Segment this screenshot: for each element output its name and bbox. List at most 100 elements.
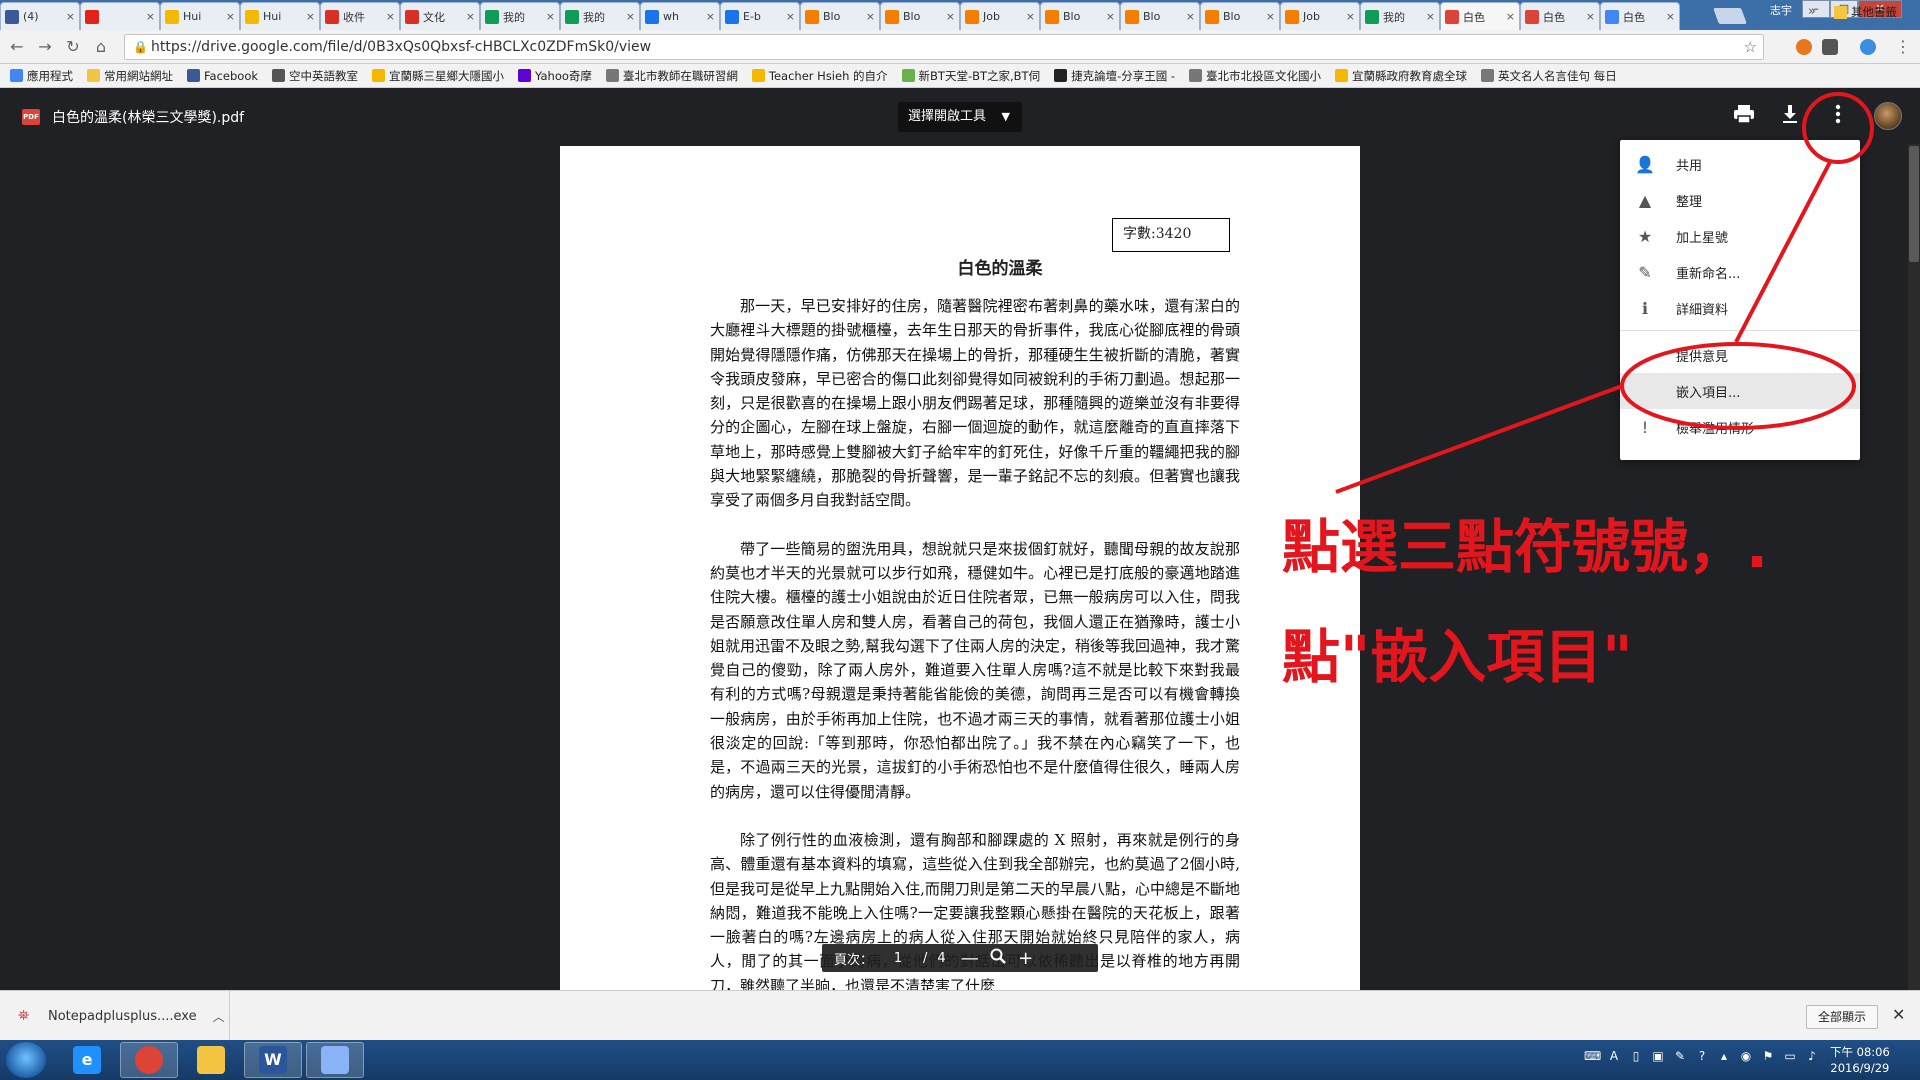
browser-tab[interactable]: Blo ×: [1120, 2, 1200, 30]
browser-tab[interactable]: 我的 ×: [1360, 2, 1440, 30]
browser-tab[interactable]: 白色 ×: [1440, 2, 1520, 30]
close-tab-icon[interactable]: ×: [1346, 10, 1355, 23]
vertical-scrollbar[interactable]: [1908, 144, 1920, 990]
chevron-up-icon[interactable]: ︿: [213, 1008, 225, 1025]
close-tab-icon[interactable]: ×: [706, 10, 715, 23]
close-tab-icon[interactable]: ×: [946, 10, 955, 23]
antivirus-icon[interactable]: ◉: [1738, 1048, 1754, 1064]
network-icon[interactable]: ▭: [1782, 1048, 1798, 1064]
url-text[interactable]: https://drive.google.com/file/d/0B3xQs0Q…: [151, 39, 651, 55]
menu-item[interactable]: ! 檢舉濫用情形: [1620, 409, 1860, 445]
browser-tab[interactable]: Hui ×: [160, 2, 240, 30]
taskbar-app[interactable]: e: [58, 1042, 116, 1078]
close-tab-icon[interactable]: ×: [466, 10, 475, 23]
home-icon[interactable]: ⌂: [90, 36, 112, 58]
close-tab-icon[interactable]: ×: [226, 10, 235, 23]
close-tab-icon[interactable]: ×: [626, 10, 635, 23]
taskbar-app[interactable]: W: [244, 1042, 302, 1078]
browser-tab[interactable]: ×: [80, 2, 160, 30]
windows-start-button[interactable]: [6, 1042, 46, 1078]
back-arrow-icon[interactable]: ←: [6, 36, 28, 58]
browser-tab[interactable]: 收件 ×: [320, 2, 400, 30]
browser-tab[interactable]: Blo ×: [1200, 2, 1280, 30]
zoom-in-button[interactable]: +: [1012, 948, 1040, 969]
bookmark-item[interactable]: Facebook: [187, 69, 258, 83]
minimize-button[interactable]: –: [1802, 0, 1830, 18]
bookmarks-overflow-button[interactable]: »: [1808, 4, 1816, 19]
bookmark-item[interactable]: 宜蘭縣三星鄉大隱國小: [372, 68, 504, 84]
browser-tab[interactable]: 白色 ×: [1600, 2, 1680, 30]
zoom-icon[interactable]: [984, 948, 1012, 969]
show-all-downloads-button[interactable]: 全部顯示: [1806, 1005, 1878, 1029]
close-tab-icon[interactable]: ×: [146, 10, 155, 23]
print-icon[interactable]: [1732, 104, 1756, 128]
more-vert-icon[interactable]: [1826, 104, 1850, 128]
close-tab-icon[interactable]: ×: [1186, 10, 1195, 23]
close-tab-icon[interactable]: ×: [1506, 10, 1515, 23]
bookmark-item[interactable]: 臺北市北投區文化國小: [1189, 68, 1321, 84]
settings-icon[interactable]: ✎: [1672, 1048, 1688, 1064]
new-tab-button[interactable]: [1713, 8, 1747, 24]
open-with-button[interactable]: 選擇開啟工具 ▼: [898, 102, 1023, 132]
bookmark-item[interactable]: Teacher Hsieh 的自介: [751, 68, 888, 84]
close-tab-icon[interactable]: ×: [1666, 10, 1675, 23]
profile-name[interactable]: 志宇: [1770, 2, 1792, 18]
bookmark-item[interactable]: 臺北市教師在職研習網: [605, 68, 738, 84]
close-tab-icon[interactable]: ×: [546, 10, 555, 23]
bookmark-item[interactable]: 英文名人名言佳句 每日: [1481, 68, 1617, 84]
bookmark-item[interactable]: 宜蘭縣政府教育處全球: [1335, 68, 1467, 84]
volume-icon[interactable]: ♪: [1804, 1048, 1820, 1064]
keyboard-icon[interactable]: ⌨: [1584, 1048, 1601, 1064]
close-tab-icon[interactable]: ×: [1106, 10, 1115, 23]
browser-tab[interactable]: Job ×: [1280, 2, 1360, 30]
browser-tab[interactable]: wh ×: [640, 2, 720, 30]
browser-tab[interactable]: 文化 ×: [400, 2, 480, 30]
help-icon[interactable]: ?: [1694, 1048, 1710, 1064]
browser-tab[interactable]: Blo ×: [800, 2, 880, 30]
scrollbar-thumb[interactable]: [1909, 146, 1919, 262]
close-tab-icon[interactable]: ×: [1026, 10, 1035, 23]
tray-expand-icon[interactable]: ▴: [1716, 1048, 1732, 1064]
monitor-icon[interactable]: ▣: [1650, 1048, 1666, 1064]
close-tab-icon[interactable]: ×: [386, 10, 395, 23]
close-tab-icon[interactable]: ×: [1426, 10, 1435, 23]
menu-item[interactable]: ✎ 重新命名...: [1620, 254, 1860, 290]
browser-tab[interactable]: (4) ×: [0, 2, 80, 30]
close-tab-icon[interactable]: ×: [306, 10, 315, 23]
window-icon[interactable]: ▯: [1628, 1048, 1644, 1064]
zoom-out-button[interactable]: —: [956, 948, 984, 969]
menu-item[interactable]: ▲ 整理: [1620, 182, 1860, 218]
extension-sync-icon[interactable]: [1860, 39, 1876, 55]
close-download-bar-icon[interactable]: ✕: [1892, 1005, 1905, 1024]
browser-tab[interactable]: 白色 ×: [1520, 2, 1600, 30]
download-icon[interactable]: [1778, 104, 1802, 128]
menu-item[interactable]: 提供意見: [1620, 337, 1860, 373]
avatar[interactable]: [1874, 102, 1902, 130]
extension-tool-icon[interactable]: [1822, 39, 1838, 55]
ime-icon[interactable]: A: [1606, 1048, 1622, 1064]
extension-fire-icon[interactable]: [1796, 39, 1812, 55]
address-bar[interactable]: 🔒 https://drive.google.com/file/d/0B3xQs…: [124, 34, 1764, 60]
taskbar-app[interactable]: [306, 1042, 364, 1078]
close-tab-icon[interactable]: ×: [866, 10, 875, 23]
browser-tab[interactable]: Job ×: [960, 2, 1040, 30]
bookmark-item[interactable]: 空中英語教室: [272, 68, 358, 84]
chrome-menu-icon[interactable]: ⋮: [1892, 36, 1914, 58]
browser-tab[interactable]: E-b ×: [720, 2, 800, 30]
browser-tab[interactable]: Blo ×: [880, 2, 960, 30]
bookmark-star-icon[interactable]: ☆: [1744, 38, 1757, 56]
reload-icon[interactable]: ↻: [62, 36, 84, 58]
page-number-input[interactable]: 1: [883, 951, 913, 966]
browser-tab[interactable]: Hui ×: [240, 2, 320, 30]
close-tab-icon[interactable]: ×: [66, 10, 75, 23]
forward-arrow-icon[interactable]: →: [34, 36, 56, 58]
bookmark-item[interactable]: Yahoo奇摩: [518, 68, 592, 84]
close-tab-icon[interactable]: ×: [786, 10, 795, 23]
browser-tab[interactable]: 我的 ×: [480, 2, 560, 30]
bookmark-item[interactable]: 捷克論壇-分享王國 -: [1054, 68, 1175, 84]
close-tab-icon[interactable]: ×: [1266, 10, 1275, 23]
taskbar-app[interactable]: [182, 1042, 240, 1078]
menu-item[interactable]: 👤 共用: [1620, 146, 1860, 182]
other-bookmarks[interactable]: 其他書籤: [1834, 4, 1897, 20]
menu-item[interactable]: 嵌入項目...: [1620, 373, 1860, 409]
